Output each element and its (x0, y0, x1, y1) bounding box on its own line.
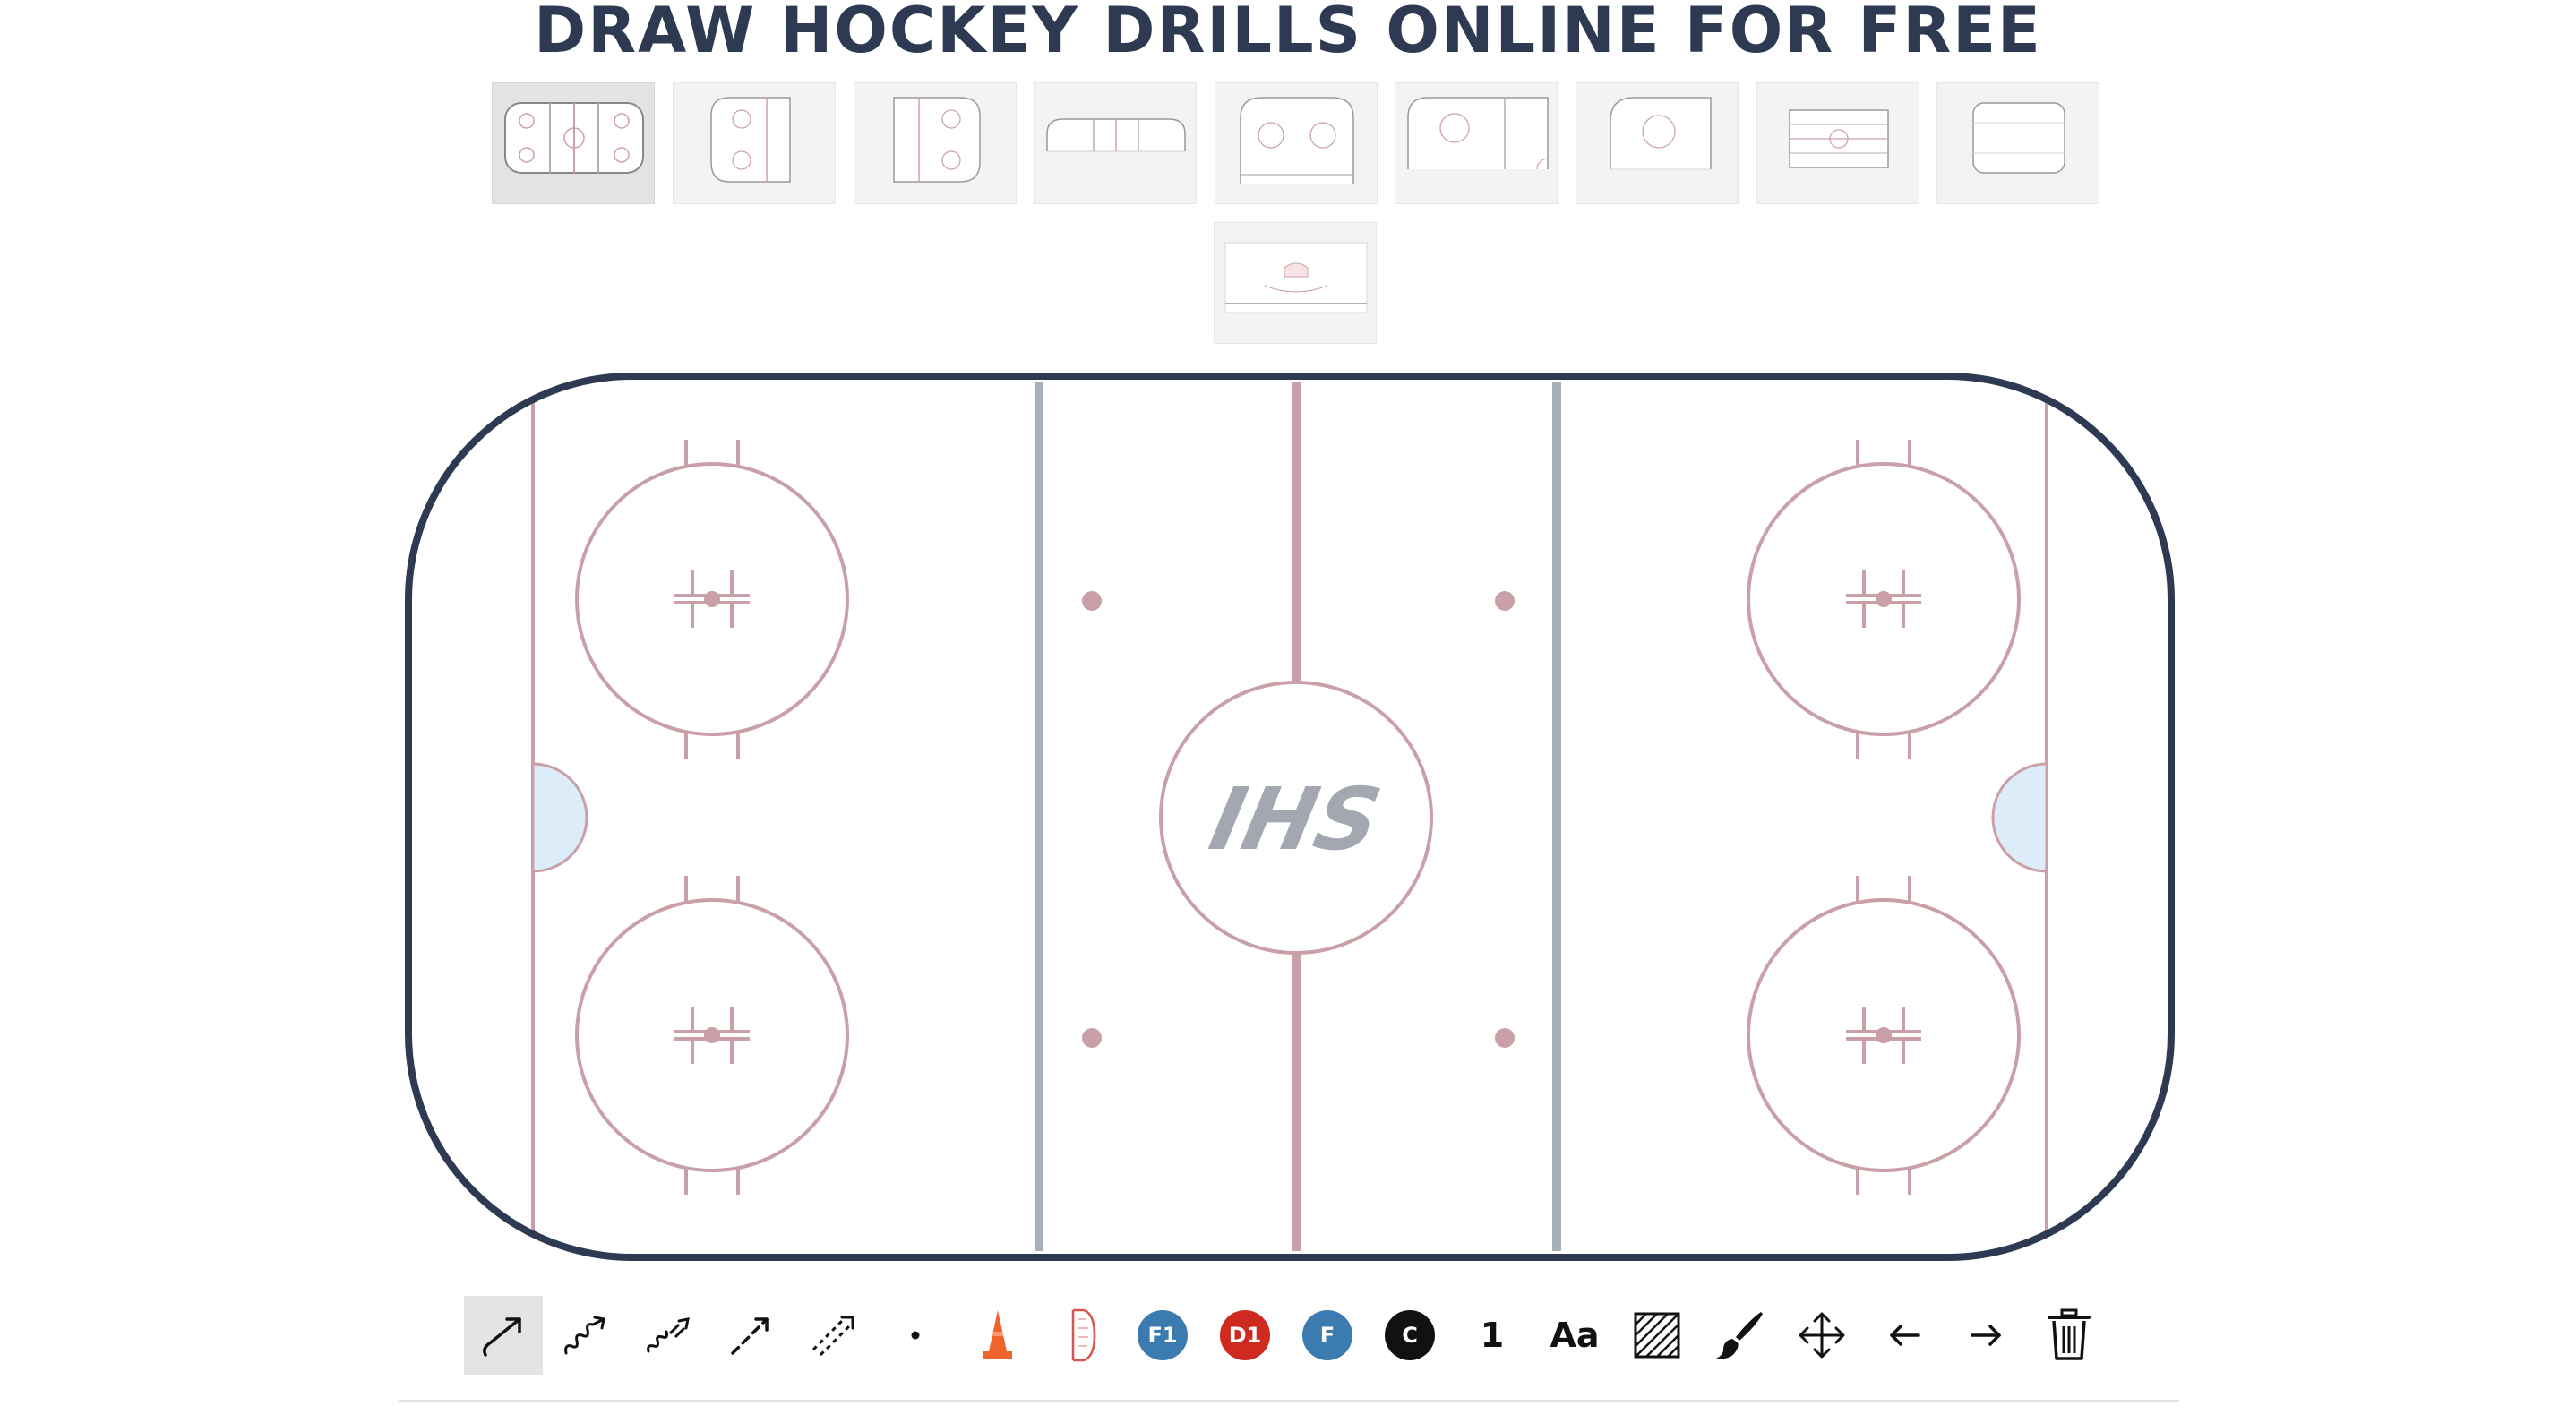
move-arrows-icon (1799, 1312, 1845, 1359)
tool-move[interactable] (1782, 1296, 1861, 1375)
template-goal-crease-view[interactable] (1214, 222, 1377, 344)
template-blank-rectangle-rink[interactable] (1756, 82, 1919, 204)
tool-backward-skate[interactable] (629, 1296, 708, 1375)
template-quarter-rink[interactable] (1395, 82, 1558, 204)
tool-skate-with-puck[interactable] (546, 1296, 625, 1375)
net-icon (1071, 1308, 1096, 1362)
player-badge-f: F (1302, 1310, 1352, 1360)
tool-forward[interactable]: F (1288, 1296, 1367, 1375)
faceoff-dot (1495, 591, 1515, 611)
template-half-rink-right[interactable] (854, 82, 1017, 204)
template-neutral-zone[interactable] (1034, 82, 1197, 204)
cone-icon (983, 1310, 1012, 1359)
wavy-arrow-icon (564, 1316, 605, 1355)
arrow-right-icon (1971, 1325, 2001, 1346)
template-end-zone[interactable] (1215, 82, 1378, 204)
tool-shot[interactable] (794, 1296, 872, 1375)
text-label: Aa (1550, 1316, 1600, 1355)
template-corner-zone[interactable] (1576, 82, 1739, 204)
trash-icon (2048, 1308, 2091, 1360)
dashed-arrow-icon (731, 1317, 769, 1355)
divider (399, 1400, 2179, 1402)
faceoff-dot (1082, 591, 1102, 611)
player-badge-d1: D1 (1220, 1310, 1270, 1360)
tool-undo[interactable] (1865, 1296, 1944, 1375)
tool-cone[interactable] (958, 1296, 1037, 1375)
arrow-left-icon (1890, 1325, 1920, 1346)
tool-puck[interactable] (876, 1296, 955, 1375)
faceoff-dot (1495, 1028, 1515, 1048)
tool-pass[interactable] (711, 1296, 790, 1375)
hatch-area-icon (1634, 1312, 1680, 1359)
backward-skate-icon (647, 1317, 690, 1353)
shot-arrow-icon (811, 1316, 854, 1357)
page-title: DRAW HOCKEY DRILLS ONLINE FOR FREE (534, 0, 2042, 67)
tool-shaded-area[interactable] (1618, 1296, 1696, 1375)
curved-arrow-icon (483, 1317, 521, 1357)
template-half-rink-left[interactable] (673, 82, 836, 204)
brush-icon (1716, 1312, 1763, 1359)
tool-number[interactable]: 1 (1453, 1296, 1532, 1375)
player-badge-f1: F1 (1138, 1310, 1188, 1360)
tool-delete[interactable] (2030, 1296, 2108, 1375)
template-blank-rounded-rink[interactable] (1936, 82, 2099, 204)
tool-forward-1[interactable]: F1 (1123, 1296, 1202, 1375)
number-label: 1 (1480, 1316, 1505, 1355)
center-logo: IHS (1202, 769, 1389, 870)
faceoff-dot (1082, 1028, 1102, 1048)
drawing-toolbar: F1 D1 F C 1 Aa (464, 1296, 2112, 1378)
tool-redo[interactable] (1947, 1296, 2026, 1375)
tool-net[interactable] (1041, 1296, 1120, 1375)
rink-canvas[interactable]: IHS (402, 370, 2177, 1264)
player-badge-c: C (1385, 1310, 1435, 1360)
tool-skate-arrow[interactable] (464, 1296, 543, 1375)
tool-freehand[interactable] (1700, 1296, 1779, 1375)
template-full-rink[interactable] (492, 82, 655, 204)
puck-dot-icon (911, 1331, 920, 1340)
tool-coach[interactable]: C (1370, 1296, 1449, 1375)
tool-defense-1[interactable]: D1 (1206, 1296, 1284, 1375)
tool-text[interactable]: Aa (1535, 1296, 1614, 1375)
